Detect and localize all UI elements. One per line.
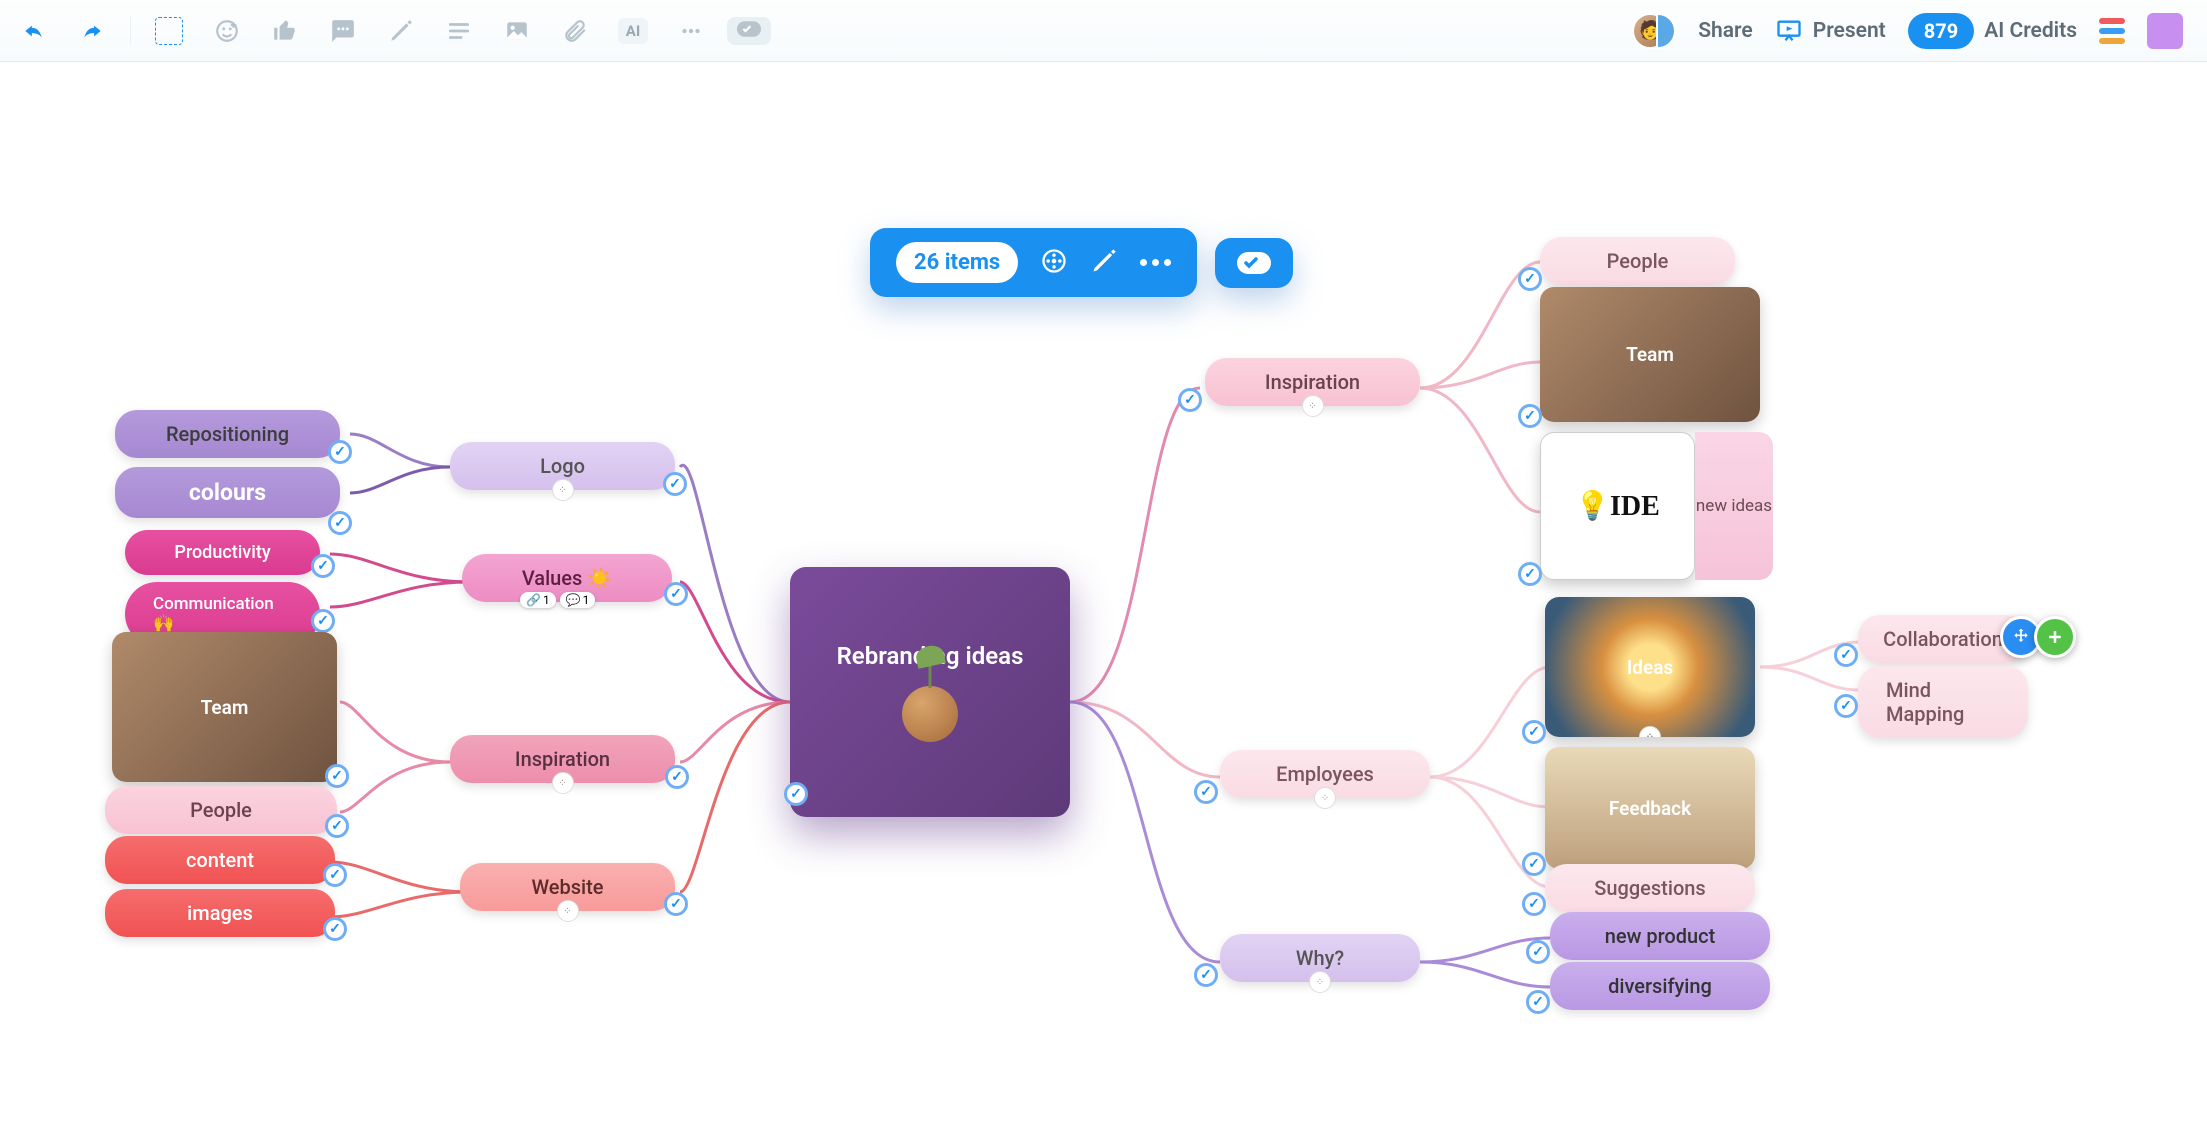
check-icon <box>311 609 335 633</box>
redo-button[interactable] <box>72 11 112 51</box>
check-icon <box>1194 963 1218 987</box>
node-suggestions[interactable]: Suggestions <box>1545 864 1755 912</box>
present-button[interactable]: Present <box>1775 17 1886 45</box>
check-icon <box>1518 267 1542 291</box>
node-productivity[interactable]: Productivity <box>125 530 320 575</box>
check-icon <box>311 554 335 578</box>
check-icon <box>1522 892 1546 916</box>
style-brush-icon[interactable] <box>1090 247 1118 279</box>
notes-icon[interactable] <box>439 11 479 51</box>
assistant-icon[interactable] <box>2147 13 2183 49</box>
sprout-image <box>902 686 958 742</box>
more-icon[interactable] <box>1140 259 1171 266</box>
theme-colors-button[interactable] <box>2099 18 2125 44</box>
check-icon <box>328 440 352 464</box>
node-mindmapping[interactable]: Mind Mapping <box>1858 666 2028 738</box>
check-icon <box>665 765 689 789</box>
node-feedback[interactable]: Feedback <box>1545 747 1755 869</box>
node-people-right[interactable]: People <box>1540 237 1735 285</box>
node-handles <box>2000 616 2076 658</box>
node-idea-image[interactable]: 💡IDE <box>1540 432 1695 580</box>
node-people-left[interactable]: People <box>105 786 337 834</box>
check-icon <box>1518 562 1542 586</box>
check-icon <box>1522 720 1546 744</box>
top-toolbar: AI 🧑 Share Present 879 AI Credits <box>0 0 2207 62</box>
task-badge-button[interactable] <box>1215 238 1293 288</box>
check-icon <box>323 863 347 887</box>
node-website[interactable]: Website⁘ <box>460 863 675 911</box>
node-logo[interactable]: Logo⁘ <box>450 442 675 490</box>
comment-icon[interactable] <box>323 11 363 51</box>
check-icon <box>784 782 808 806</box>
toolbar-right: 🧑 Share Present 879 AI Credits <box>1632 13 2193 49</box>
node-team-left[interactable]: Team <box>112 632 337 782</box>
node-team-right[interactable]: Team <box>1540 287 1760 422</box>
undo-button[interactable] <box>14 11 54 51</box>
node-diversifying[interactable]: diversifying <box>1550 962 1770 1010</box>
task-toggle-button[interactable] <box>729 11 769 51</box>
thumbs-up-icon[interactable] <box>265 11 305 51</box>
avatar <box>1656 13 1676 49</box>
central-node[interactable]: Rebranding ideas <box>790 567 1070 817</box>
check-icon <box>664 582 688 606</box>
image-icon[interactable] <box>497 11 537 51</box>
check-icon <box>1526 940 1550 964</box>
mindmap-canvas[interactable]: 26 items Rebranding ideas Logo⁘ Repositi… <box>0 62 2207 1148</box>
check-icon <box>1834 694 1858 718</box>
node-ideas[interactable]: Ideas⁘ <box>1545 597 1755 737</box>
style-icon[interactable] <box>381 11 421 51</box>
check-icon <box>664 892 688 916</box>
check-icon <box>323 917 347 941</box>
node-new-product[interactable]: new product <box>1550 912 1770 960</box>
add-handle[interactable] <box>2034 616 2076 658</box>
connectors <box>0 62 2207 1148</box>
check-icon <box>1834 643 1858 667</box>
node-colours[interactable]: colours <box>115 467 340 518</box>
selection-toolbar: 26 items <box>870 228 1293 297</box>
selection-pill: 26 items <box>870 228 1197 297</box>
check-icon <box>325 814 349 838</box>
node-inspiration-left[interactable]: Inspiration⁘ <box>450 735 675 783</box>
ai-button[interactable]: AI <box>613 11 653 51</box>
check-icon <box>663 472 687 496</box>
check-icon <box>328 511 352 535</box>
check-icon <box>1178 388 1202 412</box>
more-icon[interactable] <box>671 11 711 51</box>
attachment-icon[interactable] <box>555 11 595 51</box>
node-images[interactable]: images <box>105 889 335 937</box>
check-icon <box>1194 780 1218 804</box>
target-icon[interactable] <box>1040 247 1068 279</box>
emoji-icon[interactable] <box>207 11 247 51</box>
separator <box>130 17 131 45</box>
ai-credits-button[interactable]: 879 AI Credits <box>1908 13 2077 49</box>
collaborator-avatars[interactable]: 🧑 <box>1632 13 1676 49</box>
select-frame-button[interactable] <box>149 11 189 51</box>
node-new-ideas[interactable]: new ideas <box>1695 432 1773 580</box>
node-why[interactable]: Why?⁘ <box>1220 934 1420 982</box>
check-icon <box>1522 852 1546 876</box>
node-employees[interactable]: Employees⁘ <box>1220 750 1430 798</box>
check-icon <box>1518 404 1542 428</box>
check-icon <box>1526 990 1550 1014</box>
node-inspiration-right[interactable]: Inspiration⁘ <box>1205 358 1420 406</box>
check-icon <box>325 764 349 788</box>
node-repositioning[interactable]: Repositioning <box>115 410 340 458</box>
value-badges: 🔗1 💬1 <box>520 592 595 608</box>
node-content[interactable]: content <box>105 836 335 884</box>
share-button[interactable]: Share <box>1698 19 1752 43</box>
selection-count[interactable]: 26 items <box>896 242 1018 283</box>
